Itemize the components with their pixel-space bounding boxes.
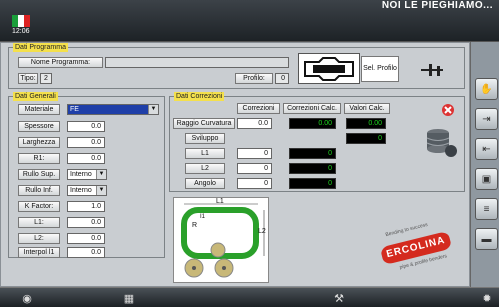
tipo-input[interactable]: 2 (40, 73, 52, 84)
bottom-bar: ◉ ▦ ⚒ ✹ (0, 287, 499, 307)
materiale-select[interactable]: FE ▼ (67, 104, 159, 115)
diagram-l1-label: L1 (216, 198, 224, 205)
save-icon[interactable]: ▣ (475, 168, 498, 190)
bender-tool-icon (421, 64, 443, 76)
l2-input[interactable]: 0.0 (67, 233, 105, 244)
raggio-correzione-input[interactable]: 0.0 (237, 118, 272, 129)
document-icon[interactable]: ≡ (475, 198, 498, 220)
dati-generali-group: Dati Generali Materiale FE ▼ Spessore 0.0… (8, 92, 165, 258)
angolo-input[interactable]: 0 (237, 178, 272, 189)
raggio-correzione-calc: 0.00 (289, 118, 336, 129)
angolo-label: Angolo (185, 178, 225, 189)
k-factor-input[interactable]: 1.0 (67, 201, 105, 212)
r1-input[interactable]: 0.0 (67, 153, 105, 164)
interpol-l1-input[interactable]: 0.0 (67, 247, 105, 258)
diagram-i1-label: I1 (200, 214, 206, 220)
corr-l1-input[interactable]: 0 (237, 148, 272, 159)
folder-icon[interactable]: ▬ (475, 228, 498, 250)
chevron-down-icon: ▼ (96, 186, 106, 195)
profile-shape-icon (304, 57, 354, 81)
k-factor-label: K Factor: (18, 201, 60, 212)
rullo-sup-label: Rullo Sup. (18, 169, 60, 180)
bending-diagram: L1 L2 R I1 (173, 197, 269, 283)
clock: 12:06 (12, 28, 30, 35)
spessore-input[interactable]: 0.0 (67, 121, 105, 132)
col-valori-calc-header: Valori Calc. (344, 103, 390, 114)
rullo-sup-select[interactable]: Interno ▼ (67, 169, 107, 180)
export-icon[interactable]: ⇥ (475, 108, 498, 130)
profilo-label: Profilo: (235, 73, 273, 84)
close-red-icon[interactable] (441, 103, 455, 117)
r1-label: R1: (18, 153, 60, 164)
chevron-down-icon: ▼ (96, 170, 106, 179)
l2-label: L2: (18, 233, 60, 244)
top-bar: 12:06 NOI LE PIEGHIAMO... (0, 0, 499, 42)
raggio-valore-calc: 0.00 (346, 118, 386, 129)
l1-label: L1: (18, 217, 60, 228)
diagram-r-label: R (192, 222, 198, 229)
profilo-input[interactable]: 0 (275, 73, 289, 84)
profile-preview (298, 53, 360, 84)
rullo-inf-select[interactable]: Interno ▼ (67, 185, 107, 196)
corr-l2-input[interactable]: 0 (237, 163, 272, 174)
dati-correzioni-title: Dati Correzioni (174, 92, 225, 101)
database-icon[interactable] (424, 125, 458, 159)
bending-diagram-svg (181, 203, 265, 278)
col-correzioni-calc-header: Correzioni Calc. (283, 103, 341, 114)
header-slogan: NOI LE PIEGHIAMO... (381, 0, 493, 11)
raggio-curvatura-label: Raggio Curvatura (173, 118, 235, 129)
dati-programma-title: Dati Programma (13, 43, 68, 52)
larghezza-input[interactable]: 0.0 (67, 137, 105, 148)
col-correzioni-header: Correzioni (237, 103, 280, 114)
interpol-l1-label: Interpol l1 (18, 247, 60, 258)
corr-l1-label: L1 (185, 148, 225, 159)
larghezza-label: Larghezza (18, 137, 60, 148)
nome-programma-label: Nome Programma: (18, 57, 103, 68)
tipo-label: Tipo: (18, 73, 38, 84)
logo-tagline-top: Bending to success (384, 221, 429, 239)
dati-generali-title: Dati Generali (13, 92, 58, 101)
dati-programma-group: Dati Programma Nome Programma: Tipo: 2 P… (8, 43, 465, 89)
sviluppo-valore-calc: 0 (346, 133, 386, 144)
settings-gear-icon[interactable]: ✹ (478, 290, 496, 306)
main-panel: Dati Programma Nome Programma: Tipo: 2 P… (0, 42, 470, 287)
dati-correzioni-group: Dati Correzioni Correzioni Correzioni Ca… (169, 92, 465, 192)
spessore-label: Spessore (18, 121, 60, 132)
nome-programma-input[interactable] (105, 57, 289, 68)
home-icon[interactable]: ◉ (18, 290, 36, 306)
sel-profilo-button[interactable]: Sel. Profilo (361, 56, 399, 82)
chevron-down-icon: ▼ (148, 105, 158, 114)
italy-flag-icon (12, 15, 30, 27)
right-sidebar: ✋ ⇥ ⇤ ▣ ≡ ▬ (470, 42, 499, 287)
hand-icon[interactable]: ✋ (475, 78, 498, 100)
angolo-calc: 0 (289, 178, 336, 189)
corr-l1-calc: 0 (289, 148, 336, 159)
corr-l2-label: L2 (185, 163, 225, 174)
sviluppo-label: Sviluppo (185, 133, 225, 144)
ercolina-logo: Bending to success ERCOLINA pipe & profi… (371, 221, 463, 271)
tool-icon[interactable]: ⚒ (330, 290, 348, 306)
l1-input[interactable]: 0.0 (67, 217, 105, 228)
calculator-icon[interactable]: ▦ (120, 290, 138, 306)
corr-l2-calc: 0 (289, 163, 336, 174)
import-icon[interactable]: ⇤ (475, 138, 498, 160)
materiale-label: Materiale (18, 104, 60, 115)
diagram-l2-label: L2 (258, 228, 266, 235)
rullo-inf-label: Rullo Inf. (18, 185, 60, 196)
